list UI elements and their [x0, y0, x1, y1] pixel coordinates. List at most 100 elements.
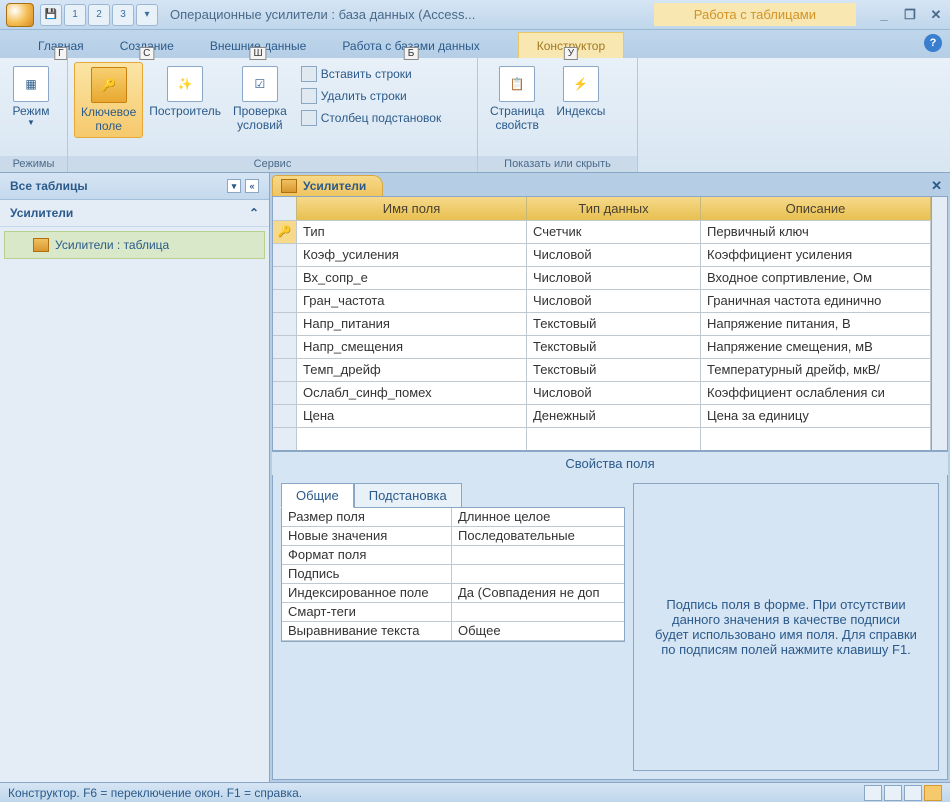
field-desc-cell[interactable]: Напряжение смещения, мВ [701, 336, 931, 358]
property-value[interactable]: Последовательные [452, 527, 624, 545]
document-close-button[interactable]: ✕ [931, 178, 942, 194]
tab-database-tools[interactable]: Работа с базами данныхБ [324, 33, 497, 58]
field-name-cell[interactable]: Вх_сопр_е [297, 267, 527, 289]
nav-item-table[interactable]: Усилители : таблица [4, 231, 265, 259]
property-value[interactable]: Да (Совпадения не доп [452, 584, 624, 602]
row-selector[interactable] [273, 336, 297, 358]
field-name-cell[interactable]: Коэф_усиления [297, 244, 527, 266]
field-type-cell[interactable]: Счетчик [527, 221, 701, 243]
insert-rows-button[interactable]: Вставить строки [297, 64, 445, 84]
minimize-button[interactable]: _ [876, 7, 892, 23]
property-row[interactable]: Смарт-теги [282, 603, 624, 622]
column-header-type[interactable]: Тип данных [527, 197, 701, 220]
nav-pane-header[interactable]: Все таблицы ▾« [0, 173, 269, 200]
field-desc-cell[interactable]: Напряжение питания, В [701, 313, 931, 335]
property-row[interactable]: Выравнивание текстаОбщее [282, 622, 624, 641]
qat-item-1[interactable]: 1 [64, 4, 86, 26]
qat-item-3[interactable]: 3 [112, 4, 134, 26]
field-row[interactable]: Напр_питанияТекстовыйНапряжение питания,… [273, 312, 931, 335]
field-type-cell[interactable]: Числовой [527, 244, 701, 266]
view-datasheet-icon[interactable] [864, 785, 882, 801]
office-button[interactable] [6, 3, 34, 27]
row-selector[interactable]: 🔑 [273, 221, 297, 243]
field-name-cell[interactable]: Тип [297, 221, 527, 243]
tab-design[interactable]: КонструкторУ [518, 32, 624, 58]
field-row[interactable]: Напр_смещенияТекстовыйНапряжение смещени… [273, 335, 931, 358]
field-name-cell[interactable]: Темп_дрейф [297, 359, 527, 381]
row-selector[interactable] [273, 244, 297, 266]
tab-create[interactable]: СозданиеС [102, 33, 192, 58]
row-selector[interactable] [273, 313, 297, 335]
props-tab-lookup[interactable]: Подстановка [354, 483, 462, 508]
field-row[interactable]: 🔑ТипСчетчикПервичный ключ [273, 220, 931, 243]
field-type-cell[interactable]: Текстовый [527, 313, 701, 335]
builder-button[interactable]: ✨ Построитель [143, 62, 227, 122]
field-name-cell[interactable]: Цена [297, 405, 527, 427]
row-selector[interactable] [273, 405, 297, 427]
view-pivottable-icon[interactable] [884, 785, 902, 801]
property-row[interactable]: Подпись [282, 565, 624, 584]
field-name-cell[interactable]: Напр_смещения [297, 336, 527, 358]
field-desc-cell[interactable]: Граничная частота единично [701, 290, 931, 312]
row-selector[interactable] [273, 382, 297, 404]
row-selector[interactable] [273, 359, 297, 381]
field-row[interactable]: ЦенаДенежныйЦена за единицу [273, 404, 931, 427]
field-desc-cell[interactable]: Коэффициент усиления [701, 244, 931, 266]
row-selector[interactable] [273, 267, 297, 289]
column-header-name[interactable]: Имя поля [297, 197, 527, 220]
field-name-cell[interactable]: Ослабл_синф_помех [297, 382, 527, 404]
field-row[interactable]: Коэф_усиленияЧисловойКоэффициент усилени… [273, 243, 931, 266]
property-row[interactable]: Размер поляДлинное целое [282, 508, 624, 527]
row-selector[interactable] [273, 290, 297, 312]
property-row[interactable]: Формат поля [282, 546, 624, 565]
delete-rows-button[interactable]: Удалить строки [297, 86, 445, 106]
lookup-column-button[interactable]: Столбец подстановок [297, 108, 445, 128]
row-selector-header[interactable] [273, 197, 297, 220]
property-sheet-button[interactable]: 📋 Страница свойств [484, 62, 550, 136]
field-desc-cell[interactable]: Входное сопртивление, Ом [701, 267, 931, 289]
property-value[interactable]: Длинное целое [452, 508, 624, 526]
field-type-cell[interactable]: Числовой [527, 267, 701, 289]
test-rules-button[interactable]: ☑ Проверка условий [227, 62, 293, 136]
qat-item-2[interactable]: 2 [88, 4, 110, 26]
nav-collapse-icon[interactable]: « [245, 179, 259, 193]
props-tab-general[interactable]: Общие [281, 483, 354, 508]
qat-dropdown-icon[interactable]: ▾ [136, 4, 158, 26]
document-tab[interactable]: Усилители [272, 175, 383, 196]
close-button[interactable]: ✕ [928, 7, 944, 23]
property-row[interactable]: Индексированное полеДа (Совпадения не до… [282, 584, 624, 603]
qat-save-icon[interactable]: 💾 [40, 4, 62, 26]
field-type-cell[interactable]: Текстовый [527, 336, 701, 358]
field-desc-cell[interactable]: Коэффициент ослабления си [701, 382, 931, 404]
tab-home[interactable]: ГлавнаяГ [20, 33, 102, 58]
view-pivotchart-icon[interactable] [904, 785, 922, 801]
field-type-cell[interactable]: Денежный [527, 405, 701, 427]
field-row[interactable]: Темп_дрейфТекстовыйТемпературный дрейф, … [273, 358, 931, 381]
field-desc-cell[interactable]: Первичный ключ [701, 221, 931, 243]
property-value[interactable] [452, 603, 624, 621]
field-name-cell[interactable]: Напр_питания [297, 313, 527, 335]
property-value[interactable] [452, 546, 624, 564]
field-row[interactable]: Гран_частотаЧисловойГраничная частота ед… [273, 289, 931, 312]
field-name-cell[interactable]: Гран_частота [297, 290, 527, 312]
tab-external-data[interactable]: Внешние данныеШ [192, 33, 325, 58]
help-button[interactable]: ? [924, 34, 942, 52]
nav-group-header[interactable]: Усилители ⌃ [0, 200, 269, 227]
nav-dropdown-icon[interactable]: ▾ [227, 179, 241, 193]
vertical-scrollbar[interactable] [931, 197, 947, 450]
property-value[interactable] [452, 565, 624, 583]
empty-row[interactable] [273, 427, 931, 450]
restore-button[interactable]: ❐ [902, 7, 918, 23]
field-type-cell[interactable]: Текстовый [527, 359, 701, 381]
indexes-button[interactable]: ⚡ Индексы [550, 62, 611, 122]
field-row[interactable]: Вх_сопр_еЧисловойВходное сопртивление, О… [273, 266, 931, 289]
field-desc-cell[interactable]: Цена за единицу [701, 405, 931, 427]
property-value[interactable]: Общее [452, 622, 624, 640]
field-type-cell[interactable]: Числовой [527, 382, 701, 404]
view-design-icon[interactable] [924, 785, 942, 801]
primary-key-button[interactable]: 🔑 Ключевое поле [74, 62, 143, 138]
column-header-desc[interactable]: Описание [701, 197, 931, 220]
property-row[interactable]: Новые значенияПоследовательные [282, 527, 624, 546]
field-desc-cell[interactable]: Температурный дрейф, мкВ/ [701, 359, 931, 381]
view-button[interactable]: ▦ Режим ▼ [6, 62, 56, 131]
